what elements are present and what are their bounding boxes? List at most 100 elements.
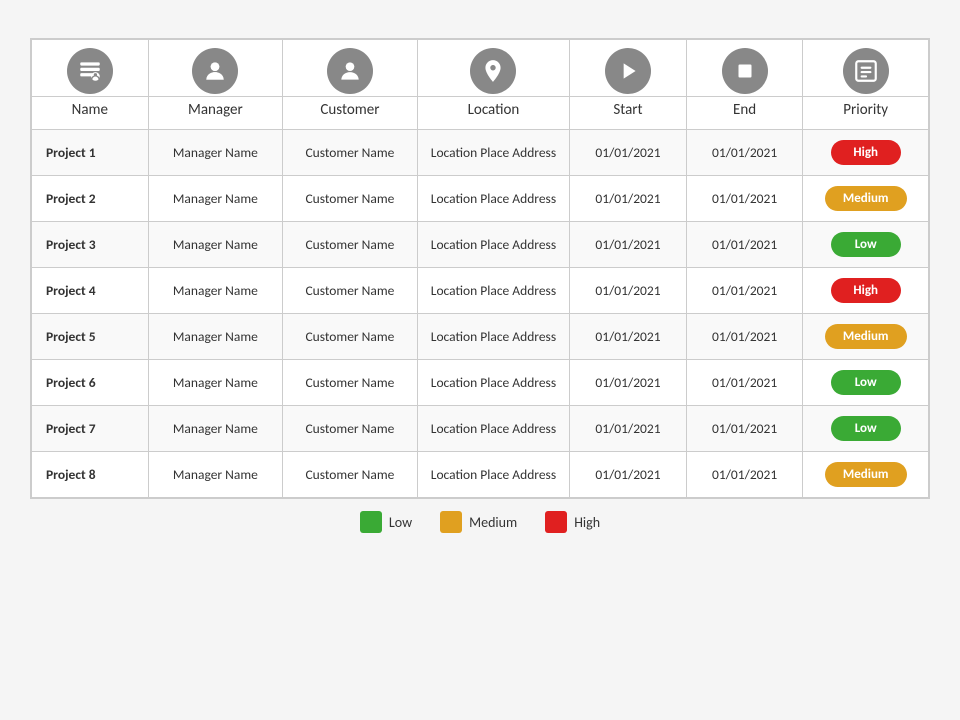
cell-start: 01/01/2021 [570,268,687,314]
cell-manager: Manager Name [148,360,283,406]
legend-label-low: Low [389,514,412,531]
cell-end: 01/01/2021 [686,130,803,176]
cell-priority: Medium [803,176,929,222]
table-row: Project 2Manager NameCustomer NameLocati… [32,176,929,222]
priority-icon [843,48,889,94]
legend-label-medium: Medium [469,514,517,531]
legend-item-high: High [545,511,600,533]
icon-cell-name [32,40,149,97]
priority-badge: Low [831,416,901,441]
priority-badge: Low [831,370,901,395]
cell-end: 01/01/2021 [686,406,803,452]
cell-name: Project 7 [32,406,149,452]
table-row: Project 7Manager NameCustomer NameLocati… [32,406,929,452]
priority-badge: Medium [825,186,907,211]
icon-cell-start [570,40,687,97]
cell-start: 01/01/2021 [570,222,687,268]
cell-priority: High [803,268,929,314]
cell-priority: Low [803,360,929,406]
header-name: Name [32,97,149,130]
cell-manager: Manager Name [148,452,283,498]
cell-priority: Medium [803,314,929,360]
legend-item-medium: Medium [440,511,517,533]
cell-manager: Manager Name [148,222,283,268]
icon-cell-priority [803,40,929,97]
table-row: Project 1Manager NameCustomer NameLocati… [32,130,929,176]
legend-label-high: High [574,514,600,531]
cell-customer: Customer Name [283,222,418,268]
cell-customer: Customer Name [283,176,418,222]
project-table: NameManagerCustomerLocationStartEndPrior… [30,38,930,499]
legend: Low Medium High [30,511,930,533]
table-row: Project 6Manager NameCustomer NameLocati… [32,360,929,406]
priority-badge: High [831,278,901,303]
cell-name: Project 4 [32,268,149,314]
cell-customer: Customer Name [283,314,418,360]
cell-priority: Low [803,222,929,268]
cell-manager: Manager Name [148,406,283,452]
cell-priority: Medium [803,452,929,498]
cell-name: Project 1 [32,130,149,176]
header-priority: Priority [803,97,929,130]
header-manager: Manager [148,97,283,130]
table-row: Project 5Manager NameCustomer NameLocati… [32,314,929,360]
cell-location: Location Place Address [417,268,569,314]
table-row: Project 4Manager NameCustomer NameLocati… [32,268,929,314]
cell-start: 01/01/2021 [570,452,687,498]
cell-start: 01/01/2021 [570,176,687,222]
cell-location: Location Place Address [417,176,569,222]
start-icon [605,48,651,94]
cell-start: 01/01/2021 [570,130,687,176]
cell-end: 01/01/2021 [686,360,803,406]
end-icon [722,48,768,94]
icon-cell-manager [148,40,283,97]
priority-badge: Low [831,232,901,257]
cell-manager: Manager Name [148,314,283,360]
cell-priority: Low [803,406,929,452]
cell-location: Location Place Address [417,452,569,498]
cell-name: Project 8 [32,452,149,498]
header-location: Location [417,97,569,130]
cell-location: Location Place Address [417,360,569,406]
cell-location: Location Place Address [417,406,569,452]
icon-cell-end [686,40,803,97]
name-icon [67,48,113,94]
cell-priority: High [803,130,929,176]
cell-start: 01/01/2021 [570,406,687,452]
cell-customer: Customer Name [283,130,418,176]
icon-cell-customer [283,40,418,97]
cell-customer: Customer Name [283,406,418,452]
legend-item-low: Low [360,511,412,533]
cell-customer: Customer Name [283,268,418,314]
cell-end: 01/01/2021 [686,452,803,498]
cell-name: Project 2 [32,176,149,222]
priority-badge: Medium [825,462,907,487]
cell-end: 01/01/2021 [686,268,803,314]
cell-location: Location Place Address [417,314,569,360]
legend-color-medium [440,511,462,533]
header-start: Start [570,97,687,130]
cell-end: 01/01/2021 [686,314,803,360]
manager-icon [192,48,238,94]
cell-manager: Manager Name [148,268,283,314]
cell-customer: Customer Name [283,360,418,406]
cell-name: Project 3 [32,222,149,268]
legend-color-low [360,511,382,533]
cell-start: 01/01/2021 [570,314,687,360]
cell-end: 01/01/2021 [686,176,803,222]
legend-color-high [545,511,567,533]
location-icon [470,48,516,94]
priority-badge: Medium [825,324,907,349]
cell-customer: Customer Name [283,452,418,498]
header-end: End [686,97,803,130]
icon-cell-location [417,40,569,97]
header-customer: Customer [283,97,418,130]
cell-location: Location Place Address [417,130,569,176]
customer-icon [327,48,373,94]
cell-location: Location Place Address [417,222,569,268]
cell-end: 01/01/2021 [686,222,803,268]
table-row: Project 3Manager NameCustomer NameLocati… [32,222,929,268]
cell-name: Project 5 [32,314,149,360]
cell-name: Project 6 [32,360,149,406]
cell-manager: Manager Name [148,176,283,222]
